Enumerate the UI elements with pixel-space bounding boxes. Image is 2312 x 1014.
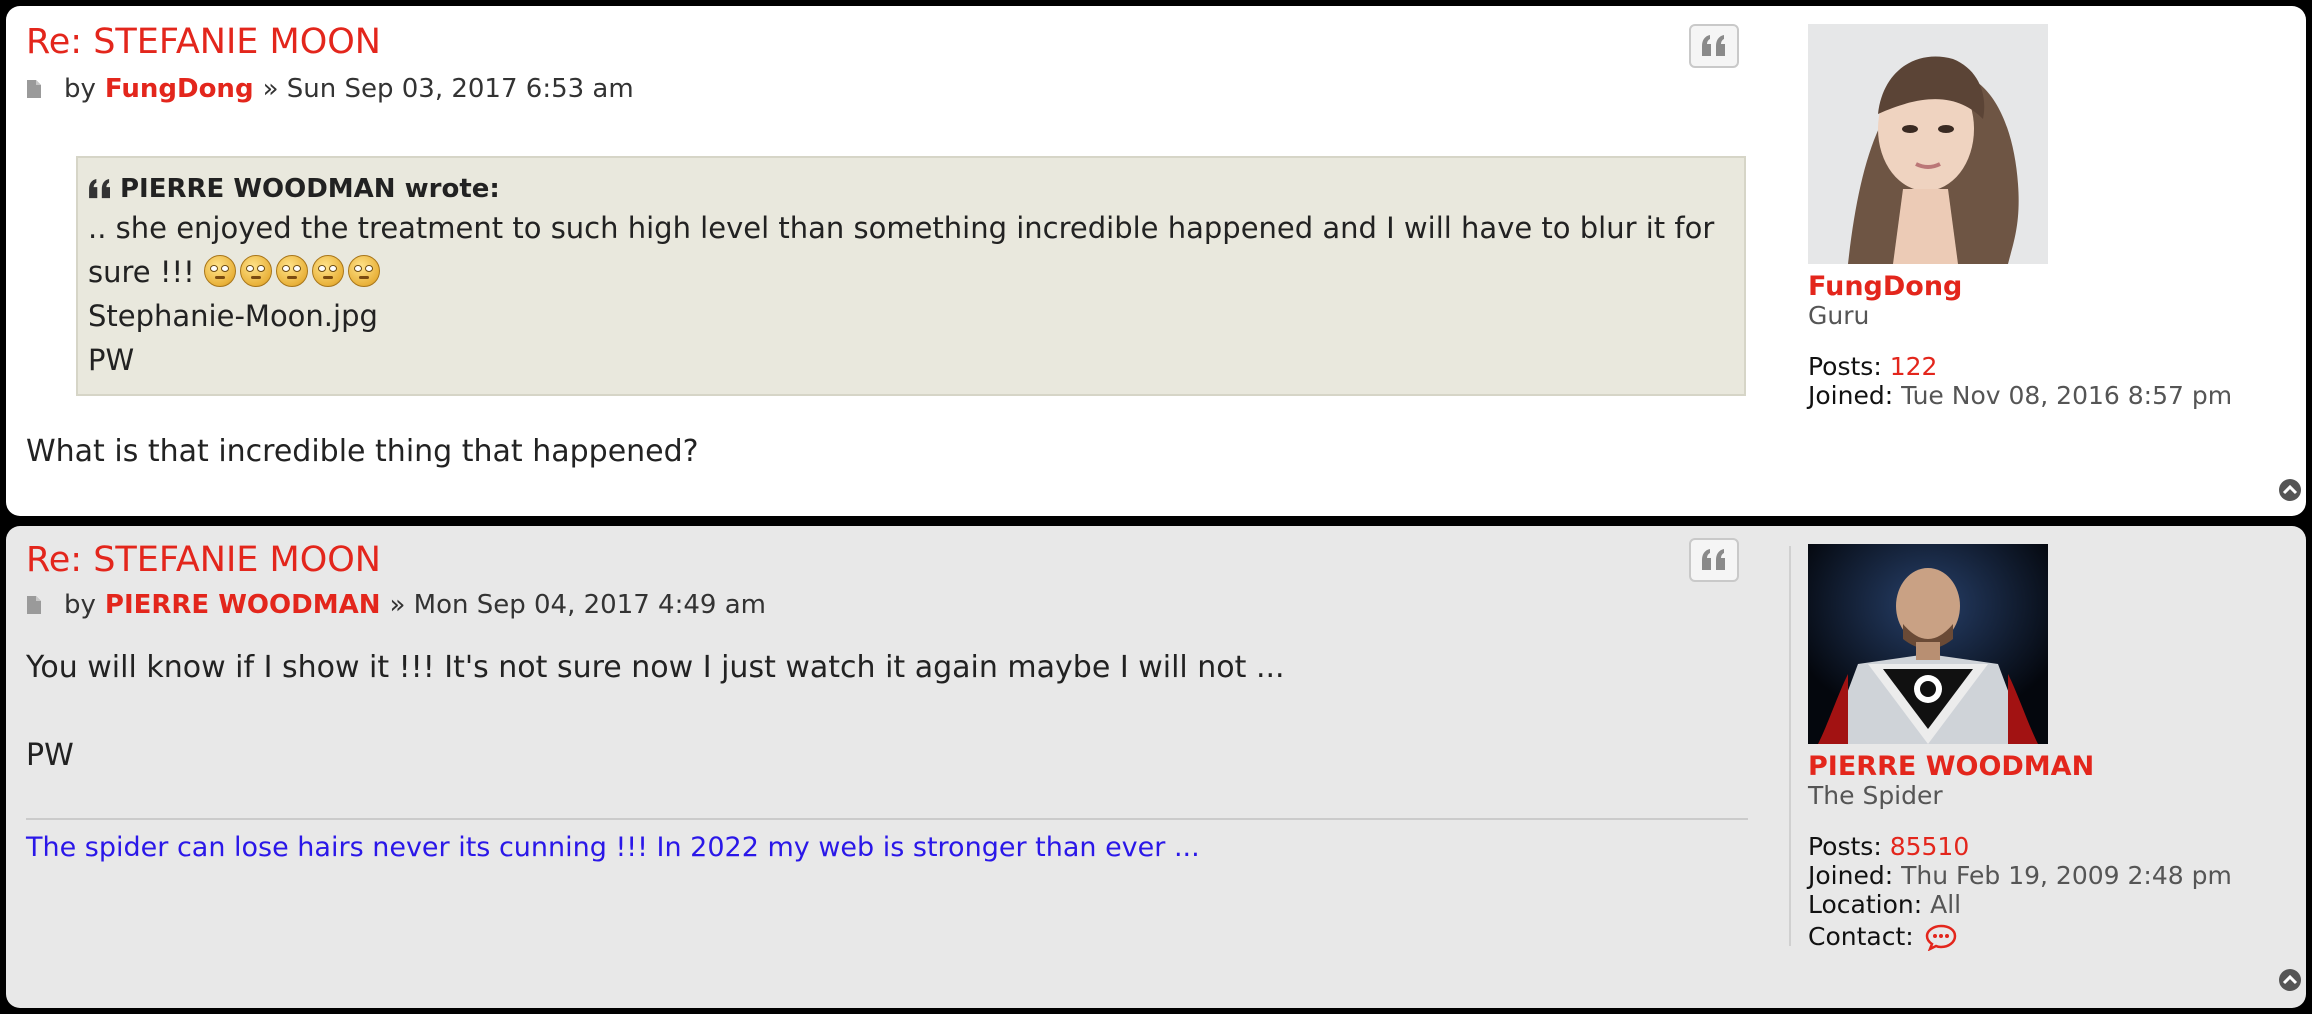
post-author-link[interactable]: FungDong <box>105 74 254 104</box>
post-body: You will know if I show it !!! It's not … <box>26 646 1285 778</box>
quote-button[interactable] <box>1689 24 1739 68</box>
post-date: » Mon Sep 04, 2017 4:49 am <box>389 590 766 620</box>
post-signature: The spider can lose hairs never its cunn… <box>26 832 1200 863</box>
post-title[interactable]: Re: STEFANIE MOON <box>26 540 381 580</box>
quote-author: PIERRE WOODMAN wrote: <box>120 174 500 204</box>
quote-sign: PW <box>88 343 135 377</box>
profile-divider <box>1789 546 1791 946</box>
post-profile: PIERRE WOODMAN The Spider Posts: 85510 J… <box>1808 544 2232 951</box>
post-body-line: You will know if I show it !!! It's not … <box>26 650 1285 685</box>
document-icon[interactable] <box>26 79 42 99</box>
profile-contact: Contact: <box>1808 922 2232 951</box>
quote-icon <box>1702 35 1725 56</box>
rolling-eyes-emoji <box>275 255 308 287</box>
quote-text-line-2: sure !!! <box>88 250 1734 294</box>
profile-username[interactable]: FungDong <box>1808 272 2232 301</box>
profile-joined-date: Tue Nov 08, 2016 8:57 pm <box>1901 381 2233 410</box>
by-label: by <box>64 74 96 104</box>
profile-posts: Posts: 85510 <box>1808 832 2232 861</box>
post-1: Re: STEFANIE MOON by FungDong » Sun Sep … <box>6 6 2306 516</box>
quote-header: PIERRE WOODMAN wrote: <box>88 172 1734 206</box>
post-byline: by FungDong » Sun Sep 03, 2017 6:53 am <box>26 74 634 104</box>
quote-text-end: sure !!! <box>88 255 195 289</box>
post-body-sign: PW <box>26 738 74 773</box>
rolling-eyes-emoji <box>347 255 380 287</box>
signature-divider <box>26 818 1748 820</box>
chat-bubble-icon[interactable] <box>1924 923 1958 951</box>
profile-joined-date: Thu Feb 19, 2009 2:48 pm <box>1901 861 2232 890</box>
profile-location: Location: All <box>1808 890 2232 919</box>
joined-label: Joined: <box>1808 861 1894 890</box>
quote-mark-icon <box>89 179 110 199</box>
back-to-top-icon[interactable] <box>2278 968 2302 992</box>
contact-label: Contact: <box>1808 922 1914 951</box>
profile-posts: Posts: 122 <box>1808 352 2232 381</box>
quote-icon <box>1702 549 1725 570</box>
quote-text-line: .. she enjoyed the treatment to such hig… <box>88 211 1715 245</box>
posts-label: Posts: <box>1808 832 1882 861</box>
profile-posts-count[interactable]: 122 <box>1890 352 1938 381</box>
document-icon[interactable] <box>26 595 42 615</box>
by-label: by <box>64 590 96 620</box>
post-title[interactable]: Re: STEFANIE MOON <box>26 22 381 62</box>
joined-label: Joined: <box>1808 381 1894 410</box>
back-to-top-icon[interactable] <box>2278 478 2302 502</box>
quote-block: PIERRE WOODMAN wrote: .. she enjoyed the… <box>76 156 1746 396</box>
post-date: » Sun Sep 03, 2017 6:53 am <box>262 74 634 104</box>
rolling-eyes-emoji <box>239 255 272 287</box>
post-2: Re: STEFANIE MOON by PIERRE WOODMAN » Mo… <box>6 526 2306 1008</box>
rolling-eyes-emoji <box>311 255 344 287</box>
profile-rank: The Spider <box>1808 781 1943 810</box>
profile-joined: Joined: Thu Feb 19, 2009 2:48 pm <box>1808 861 2232 890</box>
post-body: What is that incredible thing that happe… <box>26 434 699 469</box>
posts-label: Posts: <box>1808 352 1882 381</box>
post-author-link[interactable]: PIERRE WOODMAN <box>105 590 381 620</box>
quote-attachment-name[interactable]: Stephanie-Moon.jpg <box>88 294 1734 338</box>
profile-location-value: All <box>1930 890 1962 919</box>
location-label: Location: <box>1808 890 1923 919</box>
profile-rank: Guru <box>1808 301 1870 330</box>
post-byline: by PIERRE WOODMAN » Mon Sep 04, 2017 4:4… <box>26 590 766 620</box>
profile-posts-count[interactable]: 85510 <box>1890 832 1970 861</box>
post-profile: FungDong Guru Posts: 122 Joined: Tue Nov… <box>1808 24 2232 410</box>
avatar[interactable] <box>1808 544 2048 744</box>
profile-username[interactable]: PIERRE WOODMAN <box>1808 752 2232 781</box>
avatar[interactable] <box>1808 24 2048 264</box>
rolling-eyes-emoji <box>203 255 236 287</box>
profile-joined: Joined: Tue Nov 08, 2016 8:57 pm <box>1808 381 2232 410</box>
quote-button[interactable] <box>1689 538 1739 582</box>
